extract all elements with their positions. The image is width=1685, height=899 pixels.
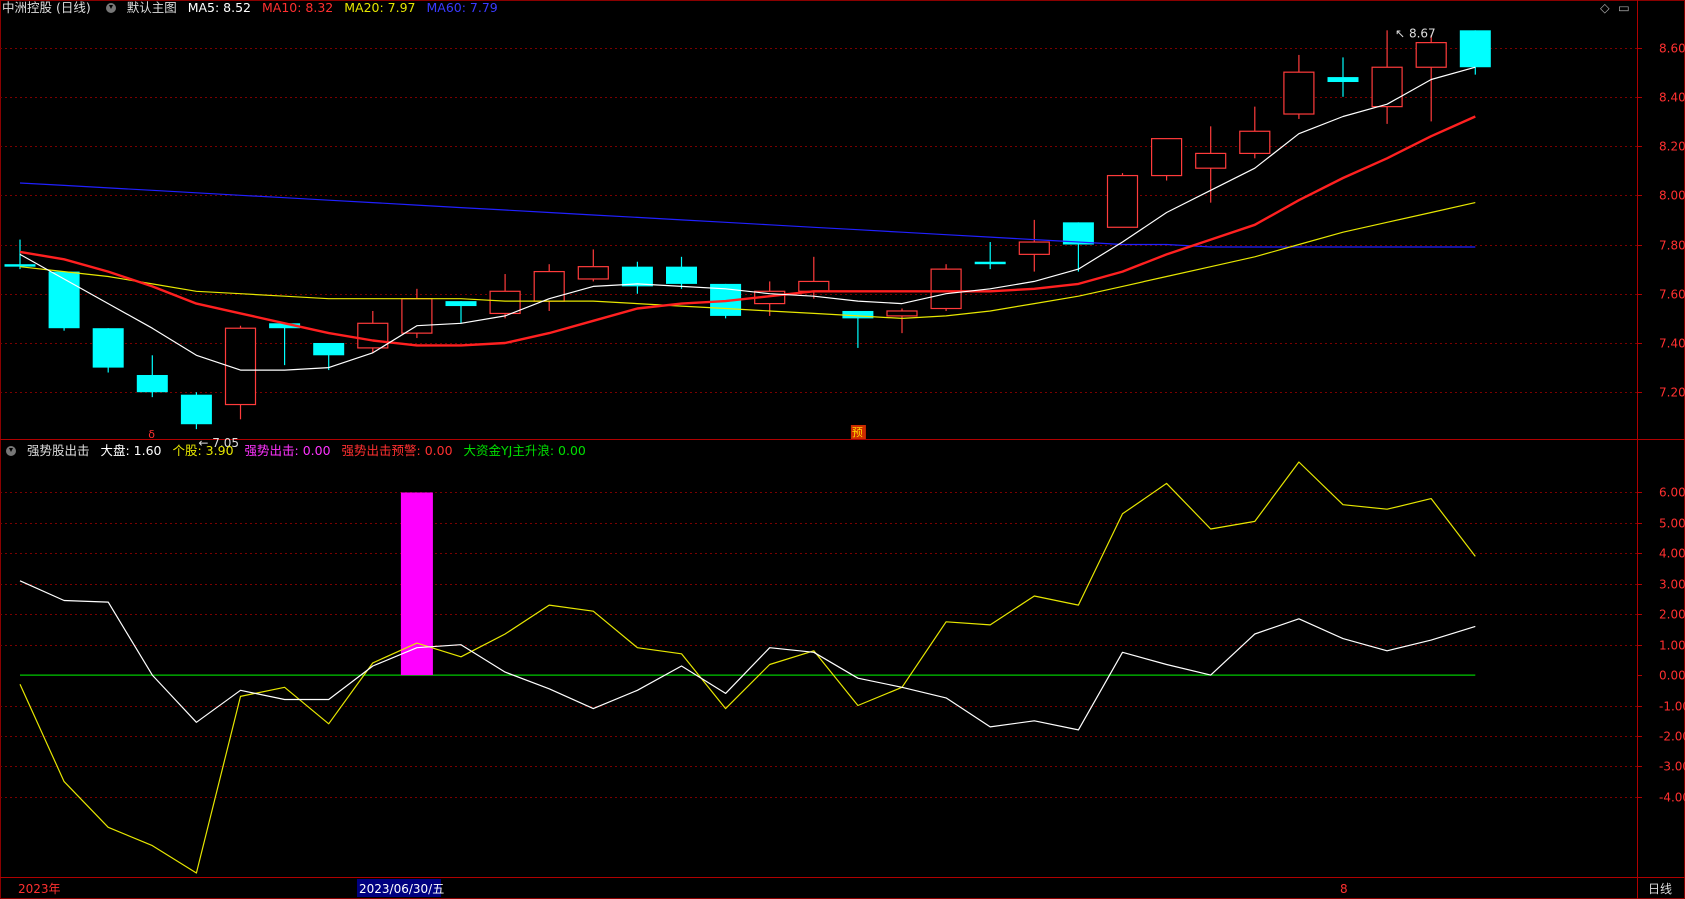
ma5-line	[19, 66, 1476, 371]
candle-body-down	[974, 261, 1006, 265]
stock-title: 中洲控股 (日线)	[2, 0, 91, 15]
candle-body-up	[1283, 71, 1315, 115]
candle-body-down	[1327, 77, 1359, 83]
indicator-dropdown-icon[interactable]	[6, 446, 16, 456]
ma60-line	[19, 182, 1476, 248]
template-dropdown-icon[interactable]	[105, 3, 116, 13]
price-tick-label: 7.80	[1659, 239, 1685, 253]
signal-label: 预	[852, 426, 863, 439]
candle-body-down	[180, 394, 212, 425]
main-header: 中洲控股 (日线) 默认主图 MA5: 8.52 MA10: 8.32 MA20…	[2, 0, 505, 16]
candle-body-up	[1415, 42, 1447, 68]
stock-strength-line	[19, 461, 1476, 874]
candle-body-up	[577, 266, 609, 280]
candle-body-down	[313, 342, 345, 356]
indicator-tick-label: -1.00	[1659, 700, 1685, 714]
indicator-tick-label: 6.00	[1659, 486, 1685, 500]
ma20-label: MA20: 7.97	[344, 0, 416, 15]
strong-attack-warn-value: 强势出击预警: 0.00	[341, 443, 453, 458]
price-tick-label: 7.60	[1659, 288, 1685, 302]
candle-body-up	[1371, 66, 1403, 108]
stock-value: 个股: 3.90	[172, 443, 234, 458]
candle-body-up	[1150, 138, 1183, 177]
candle-body-up	[533, 270, 565, 302]
indicator-tick-label: 1.00	[1659, 639, 1685, 653]
price-tick-label: 7.40	[1659, 337, 1685, 351]
price-tick-label: 8.00	[1659, 189, 1685, 203]
date-label: 2023/06/30/五	[359, 882, 444, 896]
candle-body-down	[666, 266, 697, 284]
price-tick-label: 8.20	[1659, 140, 1685, 154]
candle-body-down	[842, 310, 874, 319]
small-marker: δ	[148, 428, 155, 441]
candle-body-up	[401, 298, 433, 334]
indicator-tick-label: -3.00	[1659, 760, 1685, 774]
candle-body-down	[4, 264, 36, 267]
candle-body-up	[1195, 152, 1227, 169]
candle-body-up	[886, 310, 918, 317]
market-value: 大盘: 1.60	[100, 443, 162, 458]
indicator-tick-label: 2.00	[1659, 608, 1685, 622]
ma5-label: MA5: 8.52	[187, 0, 252, 15]
indicator-tick-label: -4.00	[1659, 791, 1685, 805]
candle-body-down	[92, 328, 124, 368]
indicator-tick-label: 3.00	[1659, 578, 1685, 592]
candle-body-up	[930, 268, 962, 310]
diamond-icon[interactable]: ◇	[1600, 0, 1610, 16]
template-name[interactable]: 默认主图	[127, 0, 177, 15]
ma20-line	[19, 202, 1476, 319]
price-tick-label: 8.60	[1659, 42, 1685, 56]
big-money-value: 大资金YJ主升浪: 0.00	[463, 443, 586, 458]
candle-body-up	[798, 280, 830, 292]
ma10-label: MA10: 8.32	[262, 0, 334, 15]
price-tick-label: 7.20	[1659, 386, 1685, 400]
indicator-tick-label: -2.00	[1659, 730, 1685, 744]
candle-body-up	[1018, 241, 1050, 255]
candle-body-down	[1459, 30, 1491, 68]
candle-body-up	[489, 290, 521, 315]
indicator-tick-label: 4.00	[1659, 547, 1685, 561]
indicator-tick-label: 5.00	[1659, 517, 1685, 531]
indicator-name[interactable]: 强势股出击	[27, 443, 90, 458]
candle-body-down	[136, 374, 168, 393]
period-label: 日线	[1648, 882, 1672, 896]
year-label: 2023年	[18, 882, 61, 896]
candle-body-up	[1106, 174, 1139, 228]
price-tick-label: 8.40	[1659, 91, 1685, 105]
month-label: 8	[1340, 882, 1348, 896]
strong-attack-value: 强势出击: 0.00	[244, 443, 331, 458]
indicator-tick-label: 0.00	[1659, 669, 1685, 683]
candle-body-up	[1239, 130, 1271, 155]
candle-body-down	[48, 271, 80, 329]
collapse-icon[interactable]: ▭	[1618, 0, 1630, 16]
candle-body-down	[445, 301, 477, 307]
ma60-label: MA60: 7.79	[426, 0, 498, 15]
indicator-header: 强势股出击 大盘: 1.60 个股: 3.90 强势出击: 0.00 强势出击预…	[2, 443, 593, 459]
high-price-label: ↖ 8.67	[1395, 26, 1436, 40]
candle-body-up	[357, 322, 389, 349]
